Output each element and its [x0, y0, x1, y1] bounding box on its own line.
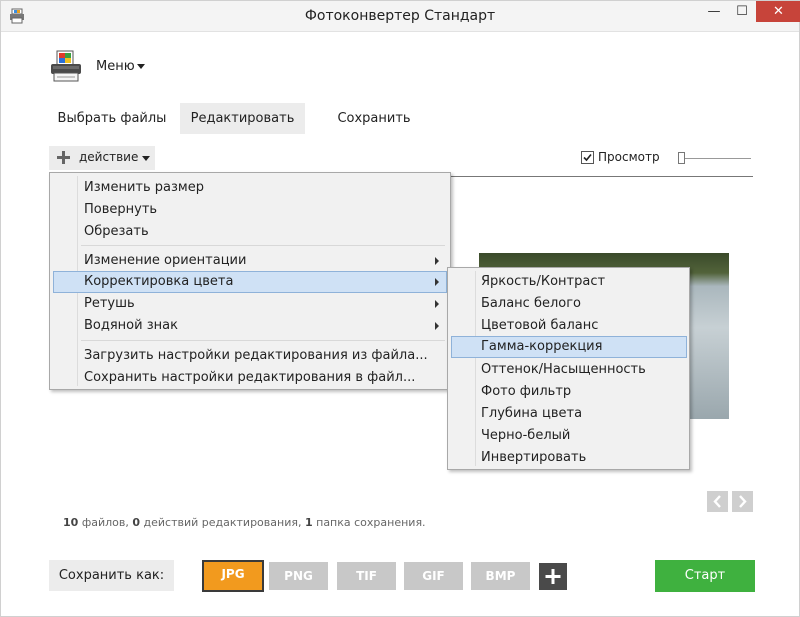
menu-item-load-settings[interactable]: Загрузить настройки редактирования из фа…	[53, 345, 447, 367]
files-count: 10	[63, 516, 79, 529]
menu-item-watermark[interactable]: Водяной знак	[53, 315, 447, 337]
chevron-right-icon	[739, 495, 747, 508]
submenu-item-gamma-correction[interactable]: Гамма-коррекция	[451, 336, 687, 358]
format-tif-button[interactable]: TIF	[337, 562, 396, 590]
tab-edit[interactable]: Редактировать	[180, 103, 305, 134]
action-dropdown-button[interactable]: действие	[49, 146, 155, 170]
submenu-item-photo-filter[interactable]: Фото фильтр	[451, 381, 687, 403]
menu-item-label: Сохранить настройки редактирования в фай…	[84, 370, 416, 385]
menu-item-crop[interactable]: Обрезать	[53, 221, 447, 243]
plus-icon	[57, 151, 70, 164]
menu-item-save-settings[interactable]: Сохранить настройки редактирования в фай…	[53, 367, 447, 389]
chevron-left-icon	[713, 495, 721, 508]
save-as-label: Сохранить как:	[49, 560, 174, 591]
plus-icon	[545, 569, 561, 584]
menu-item-label: Ретушь	[84, 296, 135, 311]
menu-item-label: Фото фильтр	[481, 384, 572, 399]
menu-item-label: Яркость/Контраст	[481, 274, 606, 289]
main-menu-button[interactable]: Меню	[96, 59, 135, 74]
menu-separator	[81, 340, 445, 341]
menu-item-orientation[interactable]: Изменение ориентации	[53, 250, 447, 272]
folders-count: 1	[304, 516, 313, 529]
menu-item-label: Корректировка цвета	[84, 274, 234, 289]
submenu-item-color-balance[interactable]: Цветовой баланс	[451, 315, 687, 337]
menu-item-label: Изменение ориентации	[84, 253, 247, 268]
start-button[interactable]: Старт	[655, 560, 755, 592]
menu-item-rotate[interactable]: Повернуть	[53, 199, 447, 221]
submenu-item-invert[interactable]: Инвертировать	[451, 447, 687, 469]
menu-item-label: Изменить размер	[84, 180, 204, 195]
format-gif-button[interactable]: GIF	[404, 562, 463, 590]
submenu-item-white-balance[interactable]: Баланс белого	[451, 293, 687, 315]
previous-page-button[interactable]	[707, 491, 728, 512]
menu-item-label: Черно-белый	[481, 428, 571, 443]
edits-text: действий редактирования,	[143, 516, 302, 529]
chevron-right-icon	[435, 300, 439, 308]
add-format-button[interactable]	[539, 563, 567, 590]
submenu-item-brightness-contrast[interactable]: Яркость/Контраст	[451, 271, 687, 293]
folders-text: папка сохранения.	[316, 516, 426, 529]
format-png-button[interactable]: PNG	[269, 562, 328, 590]
menu-item-resize[interactable]: Изменить размер	[53, 177, 447, 199]
close-button[interactable]: ✕	[756, 1, 800, 22]
chevron-down-icon[interactable]	[137, 64, 145, 69]
preview-label: Просмотр	[598, 150, 660, 164]
menu-item-label: Оттенок/Насыщенность	[481, 362, 646, 377]
menu-item-label: Повернуть	[84, 202, 158, 217]
preview-size-slider-track[interactable]	[681, 158, 751, 159]
window-title: Фотоконвертер Стандарт	[304, 8, 496, 24]
submenu-item-black-white[interactable]: Черно-белый	[451, 425, 687, 447]
menu-item-label: Инвертировать	[481, 450, 587, 465]
chevron-right-icon	[435, 257, 439, 265]
photo-converter-logo-icon[interactable]	[49, 49, 83, 83]
status-summary: 10 файлов, 0 действий редактирования, 1 …	[63, 516, 426, 529]
chevron-down-icon	[142, 156, 150, 161]
menu-item-color-correction[interactable]: Корректировка цвета	[53, 271, 447, 293]
title-bar: Фотоконвертер Стандарт — ☐ ✕	[1, 1, 800, 32]
tab-save[interactable]: Сохранить	[311, 103, 437, 134]
files-text: файлов,	[81, 516, 129, 529]
chevron-right-icon	[435, 278, 439, 286]
menu-item-label: Цветовой баланс	[481, 318, 599, 333]
chevron-right-icon	[435, 322, 439, 330]
next-page-button[interactable]	[732, 491, 753, 512]
submenu-item-color-depth[interactable]: Глубина цвета	[451, 403, 687, 425]
menu-item-label: Баланс белого	[481, 296, 582, 311]
preview-checkbox[interactable]	[581, 151, 594, 164]
checkmark-icon	[583, 153, 592, 162]
menu-item-label: Загрузить настройки редактирования из фа…	[84, 348, 428, 363]
menu-item-label: Гамма-коррекция	[481, 339, 603, 354]
action-label: действие	[79, 150, 139, 164]
maximize-button[interactable]: ☐	[728, 1, 756, 22]
minimize-button[interactable]: —	[700, 1, 728, 22]
submenu-item-hue-saturation[interactable]: Оттенок/Насыщенность	[451, 359, 687, 381]
action-context-menu: Изменить размер Повернуть Обрезать Измен…	[49, 172, 451, 390]
menu-item-label: Обрезать	[84, 224, 149, 239]
menu-item-label: Водяной знак	[84, 318, 178, 333]
edits-count: 0	[132, 516, 141, 529]
app-window: Фотоконвертер Стандарт — ☐ ✕ Меню Выбрат…	[0, 0, 800, 617]
tab-select-files[interactable]: Выбрать файлы	[49, 103, 175, 134]
menu-item-retouch[interactable]: Ретушь	[53, 293, 447, 315]
menu-item-label: Глубина цвета	[481, 406, 583, 421]
format-bmp-button[interactable]: BMP	[471, 562, 530, 590]
preview-size-slider-thumb[interactable]	[678, 152, 685, 164]
color-correction-submenu: Яркость/Контраст Баланс белого Цветовой …	[447, 267, 690, 470]
format-jpg-button[interactable]: JPG	[202, 560, 264, 592]
menu-separator	[81, 245, 445, 246]
